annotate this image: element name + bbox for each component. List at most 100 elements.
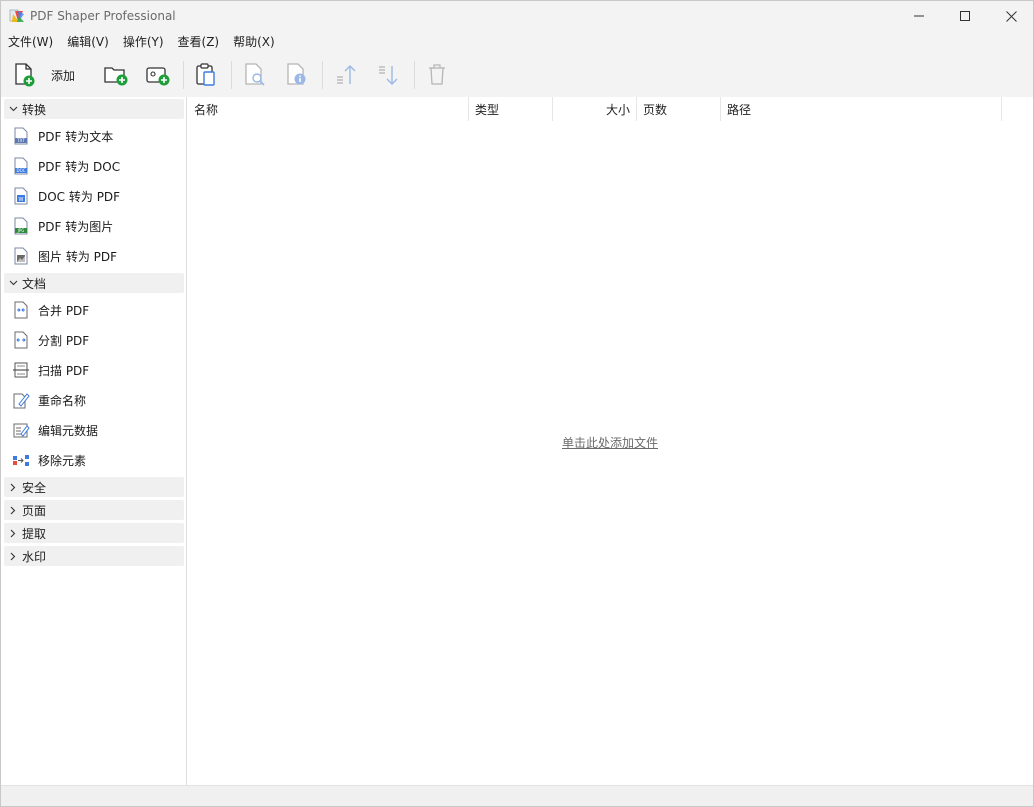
move-up-button[interactable] (334, 61, 358, 89)
sidebar-item-split-pdf[interactable]: 分割 PDF (1, 325, 186, 355)
toolbar-separator (322, 61, 323, 89)
add-button-label: 添加 (51, 68, 76, 83)
move-down-icon (379, 66, 398, 85)
add-file-button[interactable]: 添加 (13, 61, 75, 89)
column-label: 页数 (643, 102, 668, 117)
menu-file[interactable]: 文件(W) (1, 31, 60, 51)
trash-icon (429, 64, 445, 85)
svg-text:W: W (19, 197, 24, 203)
chevron-right-icon (4, 523, 22, 543)
sidebar-item-scan-pdf[interactable]: 扫描 PDF (1, 355, 186, 385)
sidebar-item-doc-to-pdf[interactable]: W DOC 转为 PDF (1, 181, 186, 211)
menu-action[interactable]: 操作(Y) (116, 31, 171, 51)
doc-to-pdf-icon: W (12, 186, 30, 206)
metadata-icon (12, 420, 30, 440)
group-security-header[interactable]: 安全 (4, 477, 184, 497)
close-icon (1005, 10, 1017, 22)
status-bar (1, 785, 1033, 806)
sidebar-item-rename[interactable]: 重命名称 (1, 385, 186, 415)
app-logo-icon (9, 8, 25, 24)
sidebar-item-pdf-to-image[interactable]: JPG PDF 转为图片 (1, 211, 186, 241)
delete-button[interactable] (425, 61, 449, 89)
minimize-button[interactable] (896, 1, 942, 31)
sidebar-item-pdf-to-text[interactable]: TXT PDF 转为文本 (1, 121, 186, 151)
toolbar: 添加 (1, 51, 1033, 97)
svg-text:TXT: TXT (16, 138, 25, 143)
group-watermark-header[interactable]: 水印 (4, 546, 184, 566)
menu-edit[interactable]: 编辑(V) (60, 31, 116, 51)
merge-icon (12, 300, 30, 320)
svg-text:JPG: JPG (17, 228, 25, 233)
toolbar-separator (183, 61, 184, 89)
sidebar-item-label: 合并 PDF (38, 303, 90, 318)
add-folder-button[interactable] (103, 61, 129, 89)
chevron-down-icon (4, 99, 22, 119)
add-file-icon (15, 63, 35, 87)
group-extract-header[interactable]: 提取 (4, 523, 184, 543)
rename-icon (12, 390, 30, 410)
move-down-button[interactable] (376, 61, 400, 89)
remove-elements-icon (12, 450, 30, 470)
file-list[interactable]: 名称 类型 大小 页数 路径 单击此处添加文件 (188, 97, 1033, 785)
minimize-icon (914, 15, 924, 17)
maximize-button[interactable] (942, 1, 988, 31)
add-folder-icon (104, 67, 128, 86)
group-pages-header[interactable]: 页面 (4, 500, 184, 520)
svg-text:DOC: DOC (16, 168, 25, 173)
column-label: 大小 (605, 102, 630, 117)
add-image-icon (146, 67, 170, 86)
menu-view[interactable]: 查看(Z) (171, 31, 227, 51)
image-to-pdf-icon (12, 246, 30, 266)
sidebar-item-label: PDF 转为 DOC (38, 159, 121, 174)
group-document-header[interactable]: 文档 (4, 273, 184, 293)
column-label: 路径 (727, 102, 752, 117)
group-label: 提取 (22, 526, 47, 541)
paste-button[interactable] (194, 61, 218, 89)
preview-icon (245, 63, 265, 86)
sidebar-item-label: 图片 转为 PDF (38, 249, 118, 264)
add-files-link[interactable]: 单击此处添加文件 (562, 434, 658, 451)
column-header-size[interactable]: 大小 (553, 97, 637, 121)
sidebar-item-pdf-to-doc[interactable]: DOC PDF 转为 DOC (1, 151, 186, 181)
pdf-to-txt-icon: TXT (12, 126, 30, 146)
sidebar-item-merge-pdf[interactable]: 合并 PDF (1, 295, 186, 325)
sidebar-item-edit-metadata[interactable]: 编辑元数据 (1, 415, 186, 445)
group-label: 页面 (22, 503, 47, 518)
column-header-path[interactable]: 路径 (721, 97, 1002, 121)
sidebar-item-label: 移除元素 (38, 453, 87, 468)
column-header-name[interactable]: 名称 (188, 97, 469, 121)
info-button[interactable] (285, 61, 309, 89)
column-header-type[interactable]: 类型 (469, 97, 553, 121)
info-icon (287, 63, 306, 85)
sidebar-item-label: 编辑元数据 (38, 423, 99, 438)
toolbar-separator (414, 61, 415, 89)
group-convert-header[interactable]: 转换 (4, 99, 184, 119)
column-label: 类型 (475, 102, 500, 117)
toolbar-separator (231, 61, 232, 89)
sidebar-item-label: 分割 PDF (38, 333, 90, 348)
sidebar-item-image-to-pdf[interactable]: 图片 转为 PDF (1, 241, 186, 271)
move-up-icon (337, 65, 356, 84)
pdf-to-doc-icon: DOC (12, 156, 30, 176)
clipboard-icon (196, 63, 215, 86)
chevron-right-icon (4, 546, 22, 566)
scan-icon (12, 360, 30, 380)
menu-help[interactable]: 帮助(X) (226, 31, 282, 51)
column-header-pages[interactable]: 页数 (637, 97, 721, 121)
preview-button[interactable] (243, 61, 267, 89)
chevron-right-icon (4, 500, 22, 520)
sidebar-item-label: PDF 转为图片 (38, 219, 114, 234)
sidebar-item-label: PDF 转为文本 (38, 129, 114, 144)
chevron-right-icon (4, 477, 22, 497)
menu-bar: 文件(W) 编辑(V) 操作(Y) 查看(Z) 帮助(X) (1, 31, 1033, 51)
sidebar-item-label: 重命名称 (38, 393, 87, 408)
close-button[interactable] (988, 1, 1034, 31)
add-image-button[interactable] (145, 61, 171, 89)
group-label: 转换 (22, 102, 47, 117)
sidebar-item-remove-elements[interactable]: 移除元素 (1, 445, 186, 475)
app-window: PDF Shaper Professional 文件(W) 编辑(V) 操作(Y… (0, 0, 1034, 807)
chevron-down-icon (4, 273, 22, 293)
column-label: 名称 (194, 102, 219, 117)
window-title: PDF Shaper Professional (30, 9, 176, 23)
sidebar: 转换 TXT PDF 转为文本 DOC PDF 转为 DOC W DOC 转为 … (1, 97, 187, 785)
